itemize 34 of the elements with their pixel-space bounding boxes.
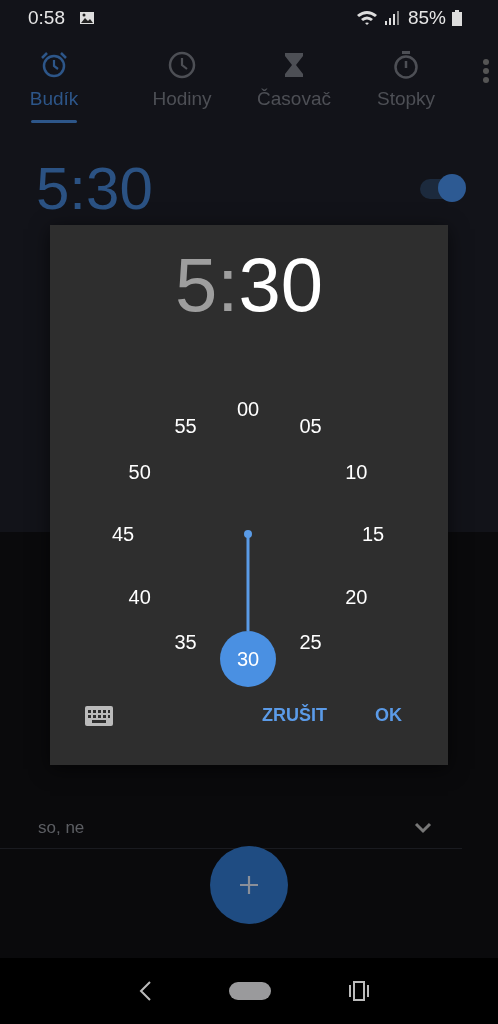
status-time: 0:58 — [28, 7, 65, 29]
minute-option[interactable]: 55 — [167, 411, 204, 440]
dialog-button[interactable]: ZRUŠIT — [248, 697, 341, 734]
battery-icon — [452, 10, 462, 26]
stopwatch-icon — [391, 50, 421, 80]
clock-hand[interactable] — [244, 530, 252, 631]
minute-value[interactable]: 30 — [238, 247, 323, 323]
more-menu-icon[interactable] — [482, 58, 490, 84]
minute-option[interactable]: 25 — [292, 628, 329, 657]
minute-option[interactable]: 35 — [167, 628, 204, 657]
recent-apps-icon[interactable] — [347, 980, 370, 1002]
minute-option[interactable]: 00 — [230, 395, 266, 423]
minute-option[interactable]: 05 — [292, 411, 329, 440]
minute-option[interactable]: 15 — [355, 520, 391, 548]
minute-option[interactable]: 50 — [121, 457, 158, 486]
clock-icon — [167, 50, 197, 80]
dialog-button[interactable]: OK — [361, 697, 416, 734]
battery-level: 85% — [407, 7, 446, 29]
keyboard-icon[interactable] — [85, 705, 113, 726]
minute-option[interactable]: 45 — [105, 520, 141, 548]
hour-value[interactable]: 5 — [175, 247, 218, 323]
chevron-icon[interactable] — [414, 822, 432, 834]
plus-icon — [239, 875, 259, 895]
wifi-icon — [355, 10, 378, 26]
alarm-days: so, ne — [38, 818, 85, 838]
image-icon — [79, 11, 95, 25]
home-button[interactable] — [229, 982, 271, 1000]
signal-icon — [383, 10, 400, 26]
minute-option[interactable]: 40 — [121, 582, 158, 611]
back-icon[interactable] — [138, 980, 153, 1002]
minute-option[interactable]: 10 — [338, 457, 375, 486]
time-separator: : — [217, 247, 239, 323]
minute-option[interactable]: 20 — [338, 582, 375, 611]
alarm-clock-icon — [39, 50, 69, 80]
